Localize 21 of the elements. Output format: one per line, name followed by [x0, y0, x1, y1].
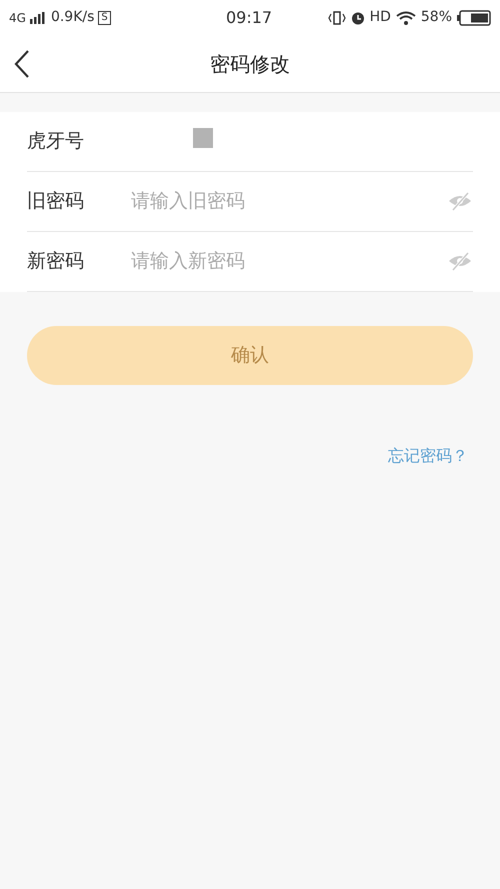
page-title: 密码修改 — [210, 50, 290, 78]
battery-icon — [457, 10, 491, 26]
eye-slash-icon[interactable] — [448, 251, 472, 272]
vibrate-icon — [328, 10, 346, 24]
eye-slash-icon[interactable] — [448, 191, 472, 212]
hd-label: HD — [370, 8, 391, 27]
clock-time: 09:17 — [226, 6, 272, 28]
network-speed: 0.9K/s — [50, 8, 94, 27]
battery-percent: 58% — [420, 8, 452, 27]
alarm-icon — [350, 10, 365, 24]
field-label: 虎牙号 — [27, 129, 85, 154]
network-type: 4G — [9, 10, 26, 26]
forgot-password-link[interactable]: 忘记密码？ — [388, 444, 468, 468]
field-label: 新密码 — [27, 249, 85, 274]
signal-icon — [30, 12, 45, 24]
wifi-icon — [396, 10, 416, 24]
password-field[interactable]: 请输入新密码 — [131, 247, 448, 276]
field-label: 旧密码 — [27, 189, 85, 214]
storage-badge: S — [98, 10, 111, 24]
password-field[interactable]: 请输入旧密码 — [131, 187, 448, 216]
back-icon — [14, 50, 30, 78]
